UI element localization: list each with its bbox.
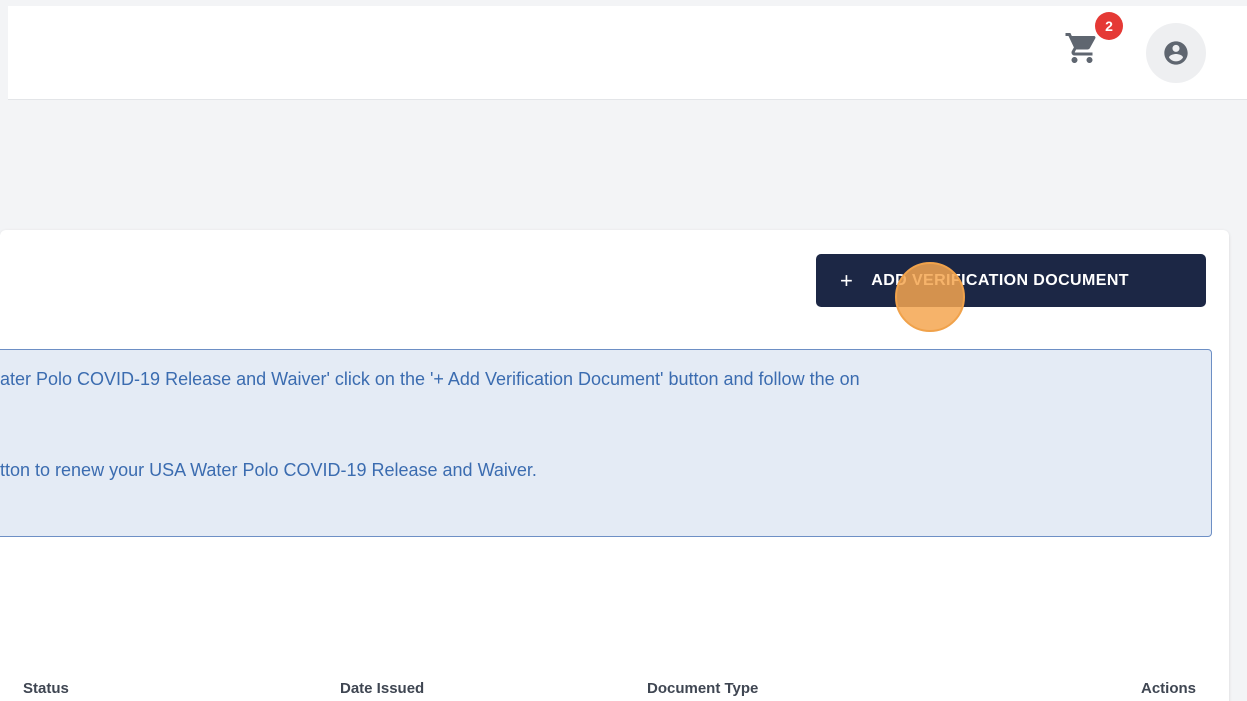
add-button-label: ADD VERIFICATION DOCUMENT bbox=[871, 271, 1129, 289]
column-header-document-type[interactable]: Document Type bbox=[647, 680, 758, 697]
add-verification-document-button[interactable]: + ADD VERIFICATION DOCUMENT bbox=[816, 254, 1206, 307]
top-app-bar bbox=[8, 6, 1247, 100]
plus-icon: + bbox=[840, 267, 854, 293]
cart-button[interactable] bbox=[1064, 30, 1100, 66]
cart-icon bbox=[1065, 33, 1096, 63]
app-window: 2 + ADD VERIFICATION DOCUMENT ater Polo … bbox=[0, 0, 1247, 701]
column-header-date-issued[interactable]: Date Issued bbox=[340, 680, 424, 697]
cart-count-badge: 2 bbox=[1095, 12, 1123, 40]
account-button[interactable] bbox=[1146, 23, 1206, 83]
notice-line-2: tton to renew your USA Water Polo COVID-… bbox=[0, 460, 537, 480]
column-header-status[interactable]: Status bbox=[23, 680, 69, 697]
account-circle-icon bbox=[1164, 41, 1188, 65]
notice-line-1: ater Polo COVID-19 Release and Waiver' c… bbox=[0, 369, 860, 389]
column-header-actions: Actions bbox=[1141, 680, 1197, 697]
